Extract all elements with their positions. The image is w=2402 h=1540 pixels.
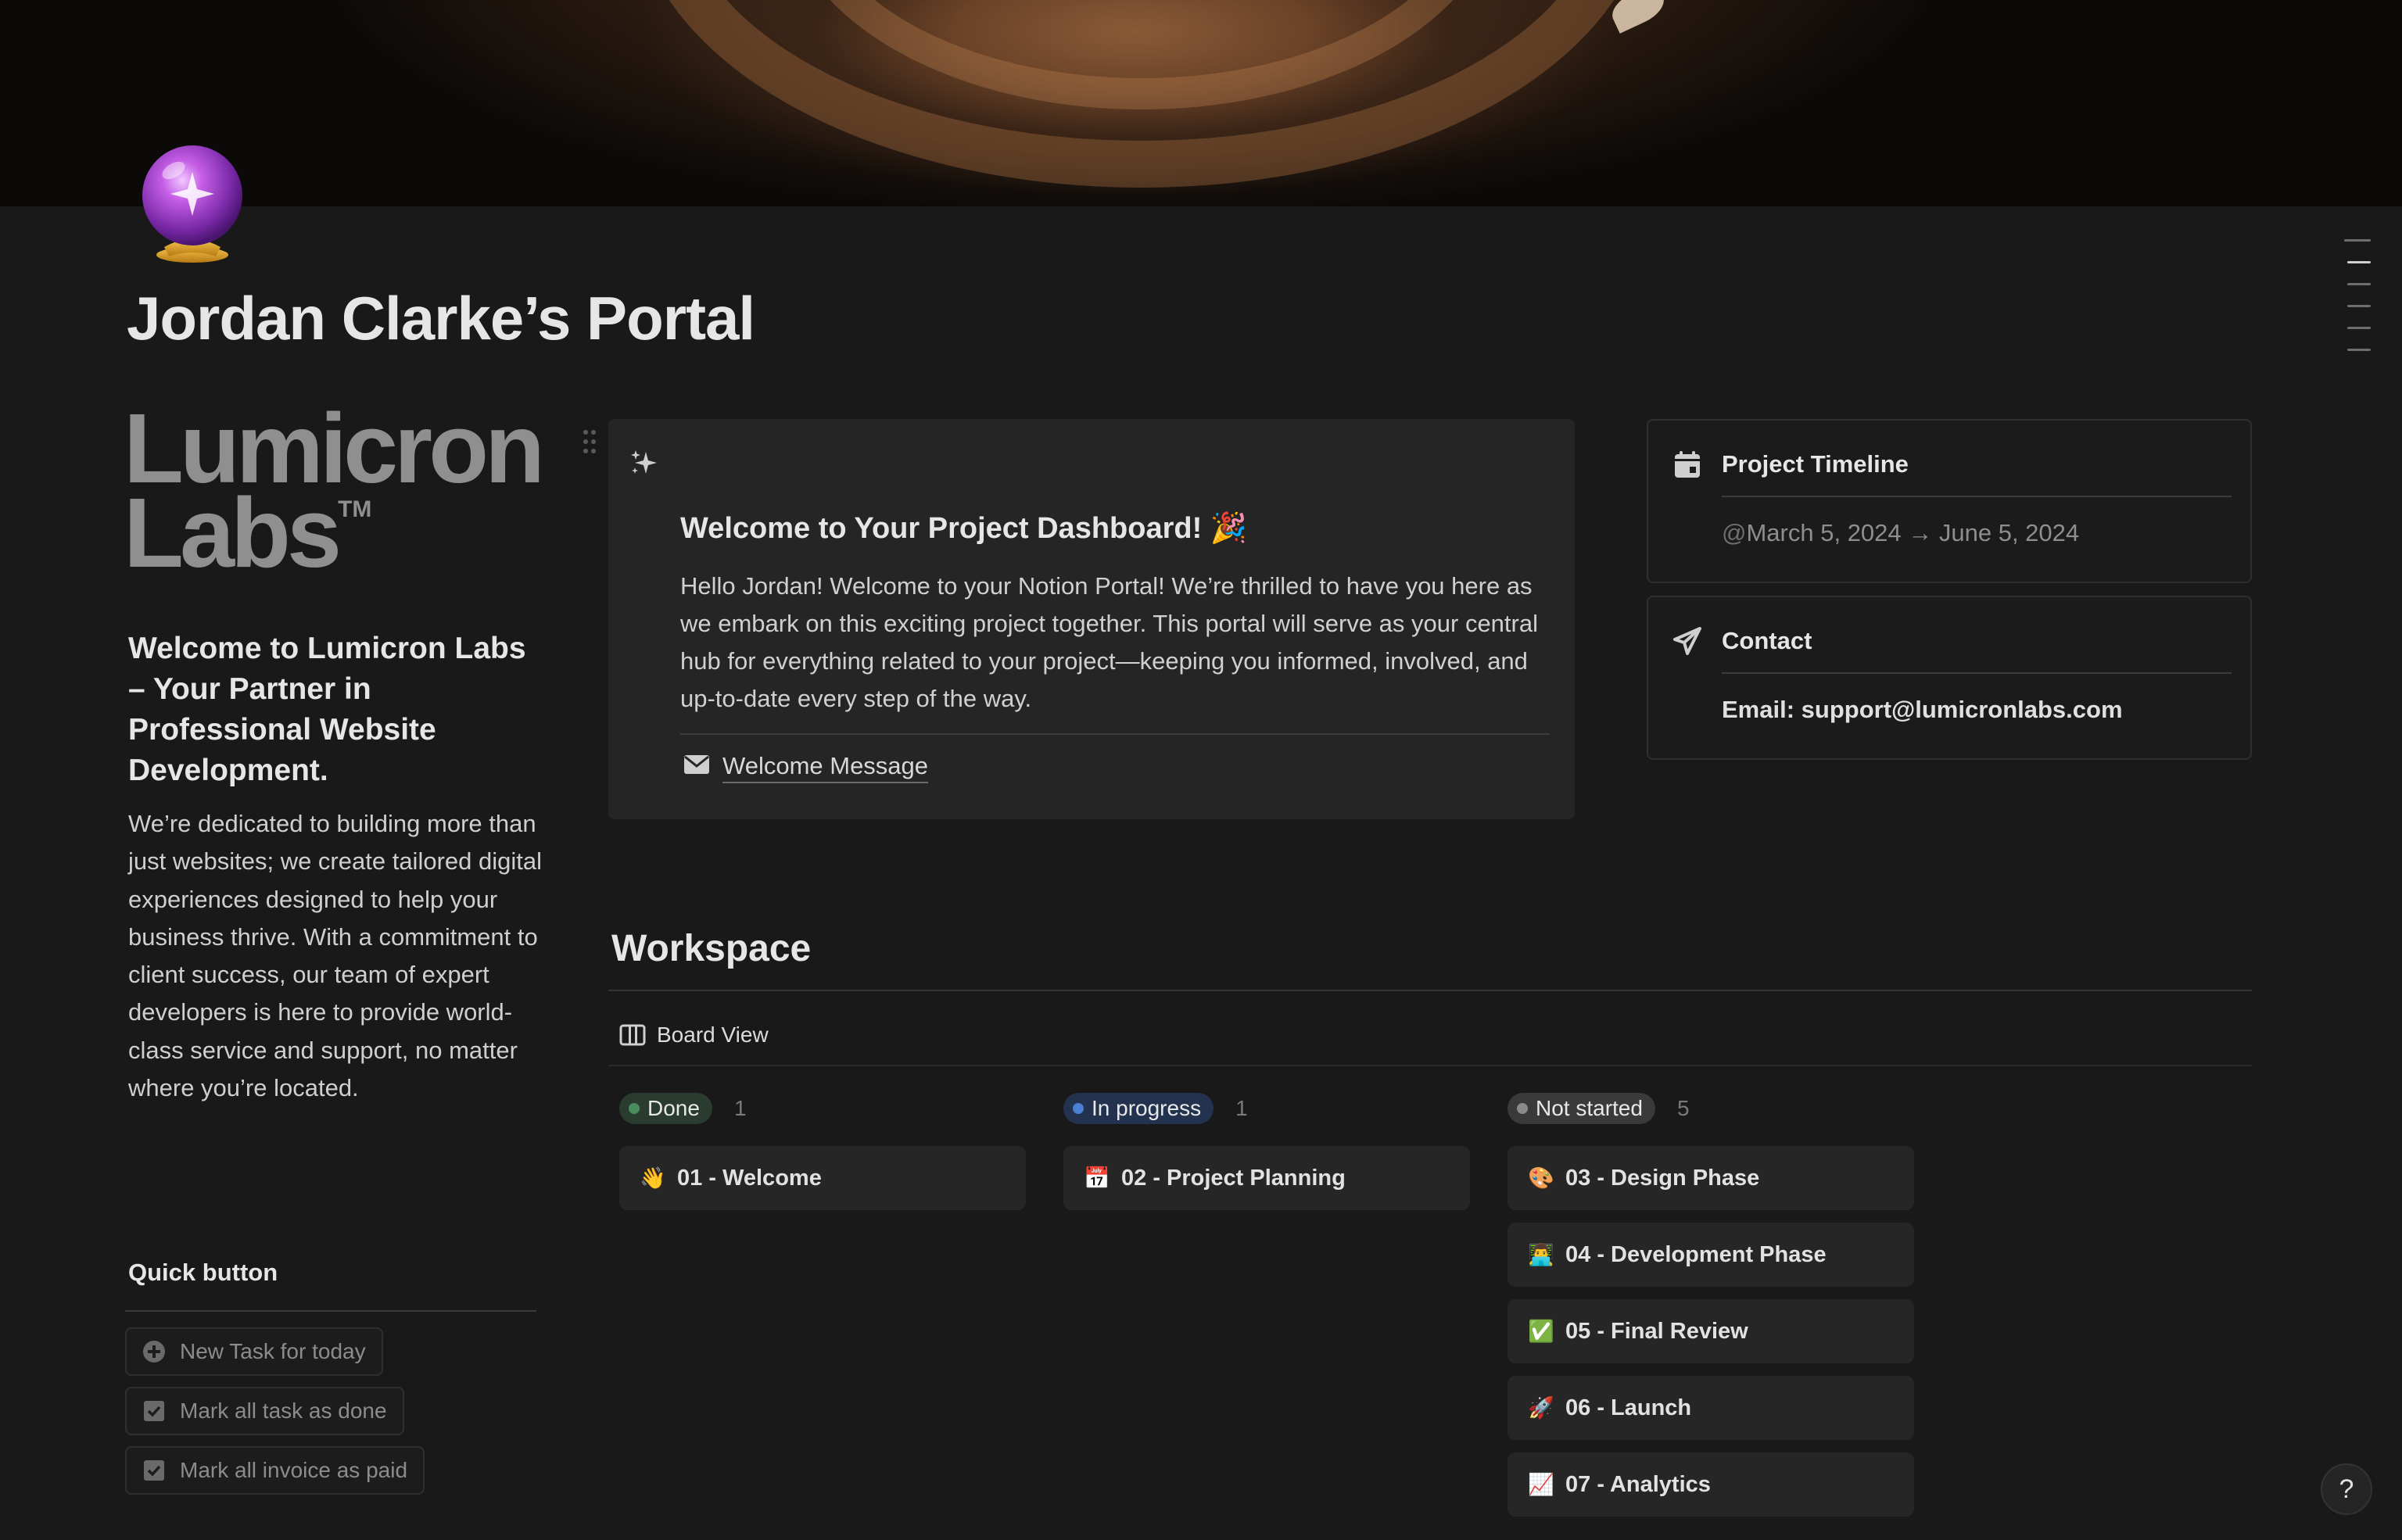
cover-decor-glint xyxy=(1606,0,1670,34)
project-timeline-card: Project Timeline @March 5, 2024 → June 5… xyxy=(1647,419,2252,583)
check-mark-icon: ✅ xyxy=(1528,1320,1554,1343)
contact-email[interactable]: Email: support@lumicronlabs.com xyxy=(1722,696,2123,724)
page-cover xyxy=(0,0,2402,206)
calendar-icon xyxy=(1672,449,1703,480)
lumicron-labs-logo: Lumicron LabsTM xyxy=(124,393,545,588)
board-card-development-phase[interactable]: 👨‍💻 04 - Development Phase xyxy=(1508,1223,1914,1287)
help-button[interactable]: ? xyxy=(2321,1463,2372,1515)
sparkles-icon[interactable] xyxy=(629,447,660,478)
developer-icon: 👨‍💻 xyxy=(1528,1243,1554,1266)
checkbox-icon xyxy=(142,1399,166,1423)
timeline-dates[interactable]: @March 5, 2024 → June 5, 2024 xyxy=(1722,519,2079,547)
page-title: Jordan Clarke’s Portal xyxy=(127,284,755,353)
intro-heading: Welcome to Lumicron Labs – Your Partner … xyxy=(128,632,526,787)
mark-invoices-paid-button[interactable]: Mark all invoice as paid xyxy=(125,1446,425,1495)
checkbox-icon xyxy=(142,1459,166,1482)
table-of-contents-outline[interactable] xyxy=(2344,239,2371,371)
rocket-icon: 🚀 xyxy=(1528,1396,1554,1420)
board-card-design-phase[interactable]: 🎨 03 - Design Phase xyxy=(1508,1146,1914,1210)
contact-title: Contact xyxy=(1722,627,1812,654)
palette-icon: 🎨 xyxy=(1528,1166,1554,1190)
plus-circle-icon xyxy=(142,1340,166,1363)
workspace-heading: Workspace xyxy=(611,928,812,969)
waving-hand-icon: 👋 xyxy=(640,1166,666,1190)
divider xyxy=(1722,672,2232,674)
column-count: 5 xyxy=(1676,1096,1690,1120)
divider xyxy=(125,1310,536,1312)
new-task-button[interactable]: New Task for today xyxy=(125,1327,383,1376)
tab-board-view[interactable]: Board View xyxy=(619,1022,769,1048)
column-count: 1 xyxy=(733,1096,747,1120)
divider xyxy=(608,990,2252,991)
board-card-analytics[interactable]: 📈 07 - Analytics xyxy=(1508,1452,1914,1517)
callout-body: Hello Jordan! Welcome to your Notion Por… xyxy=(680,572,1538,712)
board-columns-icon xyxy=(619,1023,646,1047)
paper-plane-icon xyxy=(1672,625,1703,657)
calendar-emoji-icon: 📅 xyxy=(1084,1166,1110,1190)
welcome-message-link[interactable]: Welcome Message xyxy=(683,752,929,783)
timeline-title: Project Timeline xyxy=(1722,450,1909,478)
crystal-ball-icon[interactable] xyxy=(138,139,247,264)
mark-tasks-done-button[interactable]: Mark all task as done xyxy=(125,1387,404,1435)
column-header-not-started[interactable]: Not started 5 xyxy=(1508,1093,1690,1124)
callout-heading: Welcome to Your Project Dashboard! 🎉 xyxy=(680,512,1248,545)
board-card-launch[interactable]: 🚀 06 - Launch xyxy=(1508,1376,1914,1440)
board-card-final-review[interactable]: ✅ 05 - Final Review xyxy=(1508,1299,1914,1363)
column-header-done[interactable]: Done 1 xyxy=(619,1093,747,1124)
divider xyxy=(680,733,1550,735)
status-badge: Not started xyxy=(1508,1093,1655,1124)
divider xyxy=(608,1065,2252,1066)
chart-increasing-icon: 📈 xyxy=(1528,1473,1554,1496)
drag-handle-icon[interactable] xyxy=(582,428,597,455)
board-card-welcome[interactable]: 👋 01 - Welcome xyxy=(619,1146,1026,1210)
quick-button-heading: Quick button xyxy=(128,1259,278,1286)
status-badge: Done xyxy=(619,1093,712,1124)
intro-paragraph: We’re dedicated to building more than ju… xyxy=(128,810,542,1102)
board-card-project-planning[interactable]: 📅 02 - Project Planning xyxy=(1063,1146,1470,1210)
status-badge: In progress xyxy=(1063,1093,1214,1124)
divider xyxy=(1722,496,2232,497)
column-count: 1 xyxy=(1235,1096,1248,1120)
column-header-in-progress[interactable]: In progress 1 xyxy=(1063,1093,1248,1124)
contact-card: Contact Email: support@lumicronlabs.com xyxy=(1647,596,2252,760)
envelope-icon xyxy=(683,754,710,782)
